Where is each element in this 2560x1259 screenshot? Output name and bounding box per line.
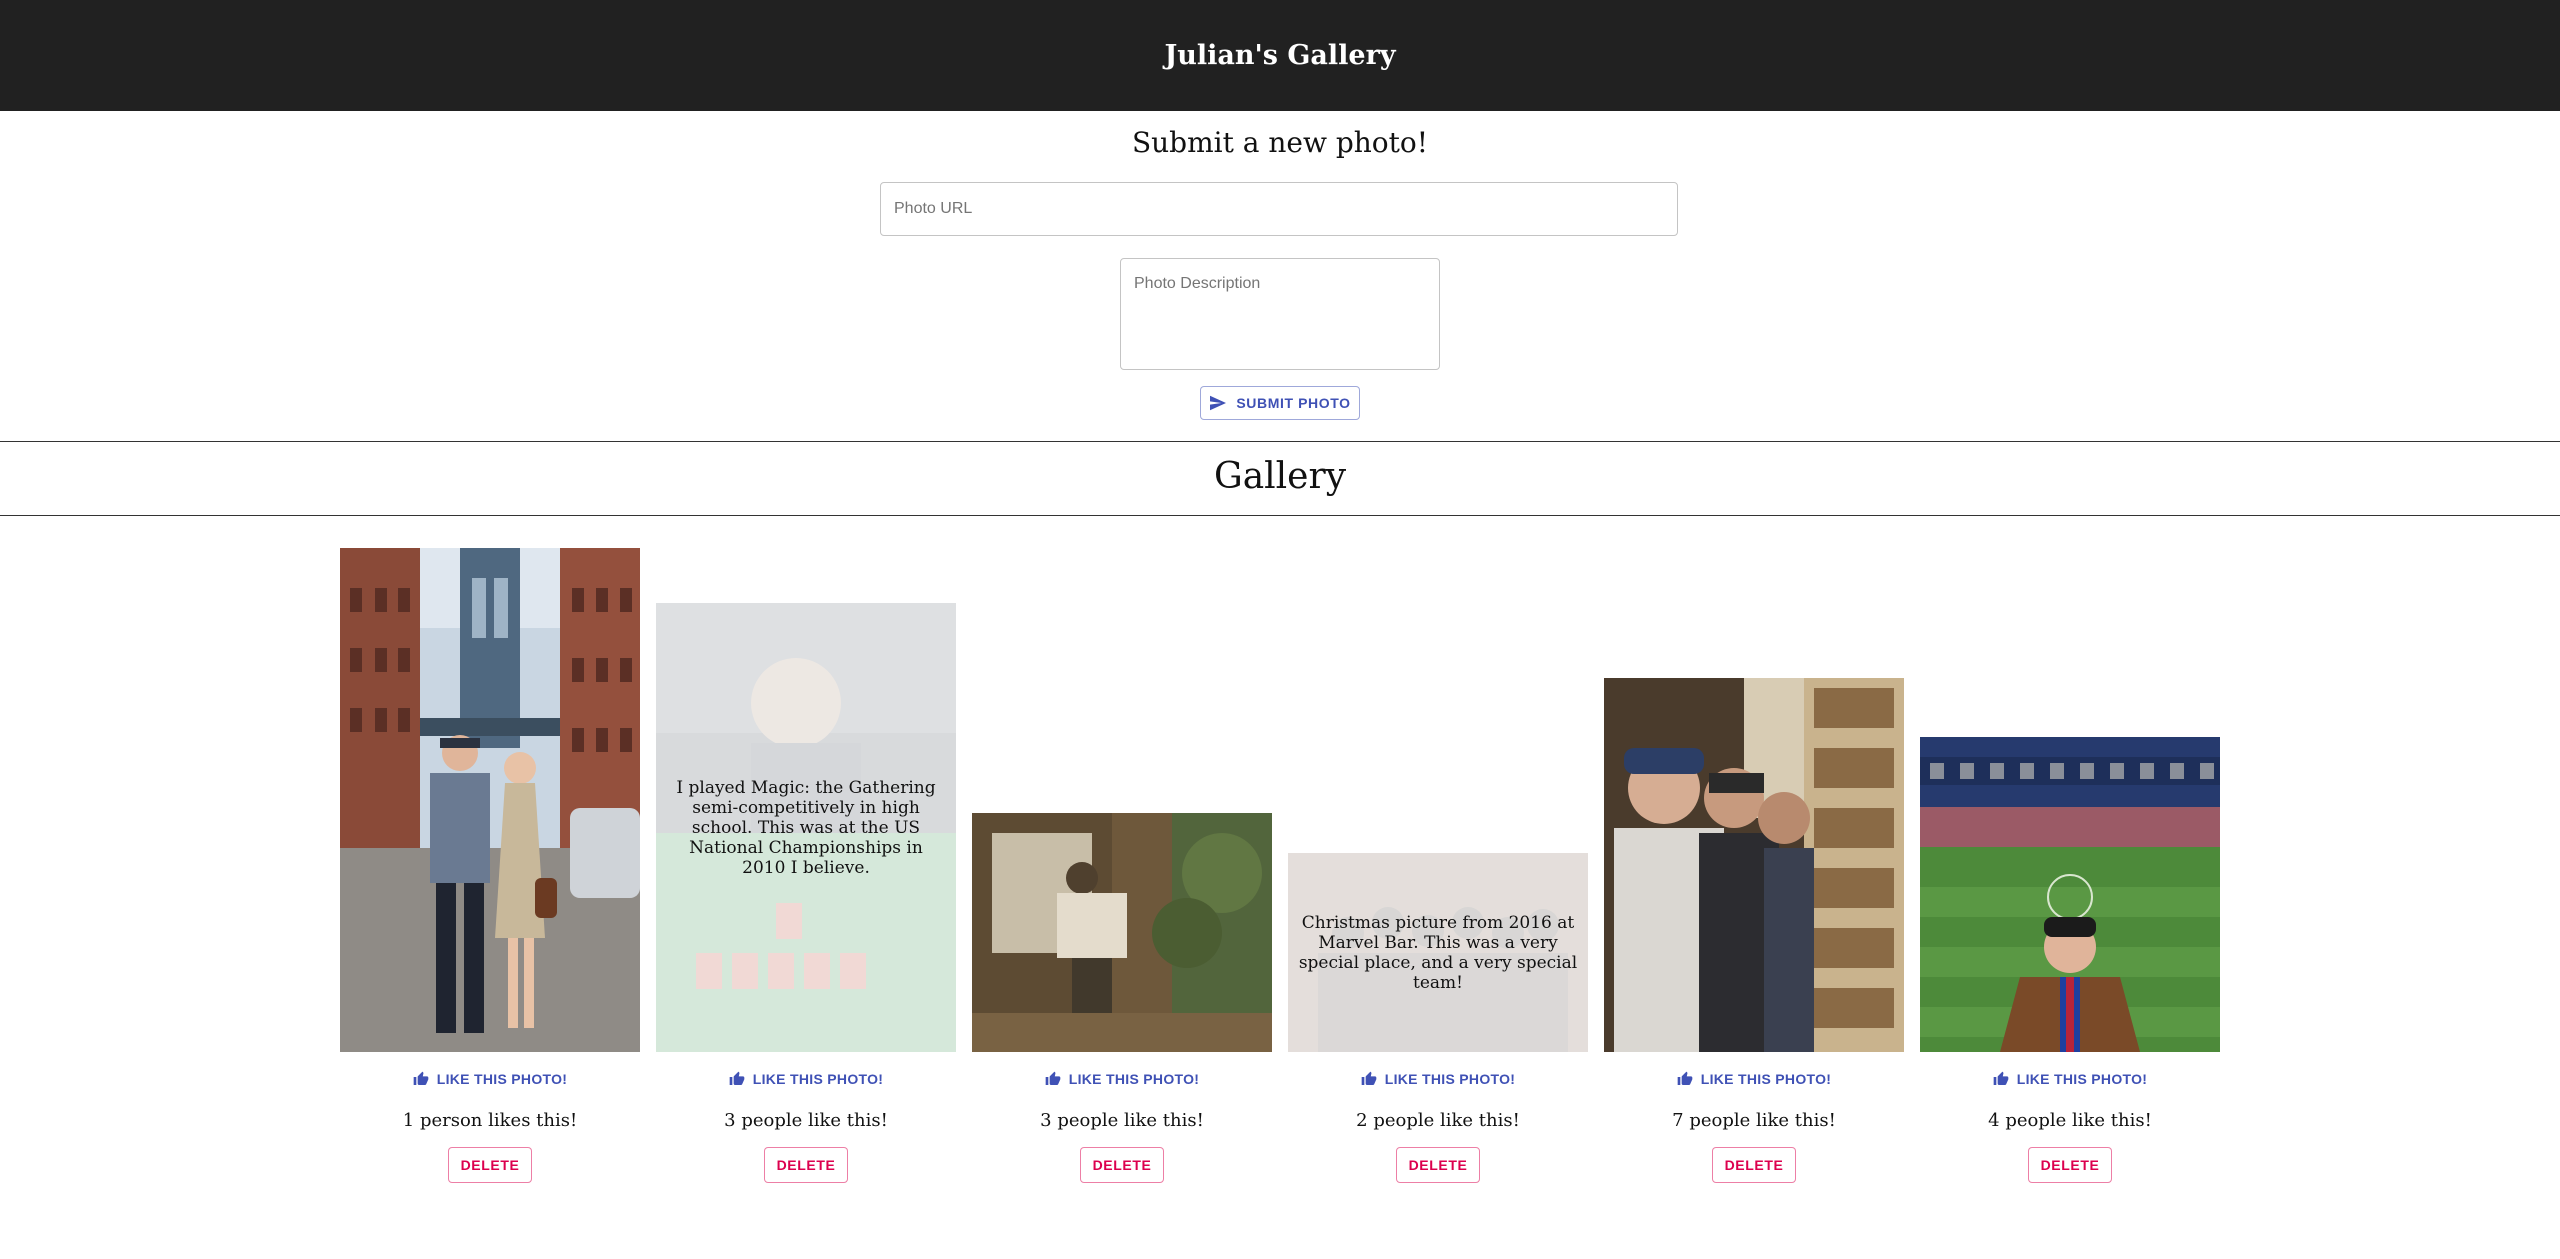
- photo-image[interactable]: [340, 548, 640, 1052]
- delete-button[interactable]: DELETE: [448, 1147, 532, 1183]
- like-photo-button[interactable]: LIKE THIS PHOTO!: [972, 1066, 1272, 1092]
- like-photo-button[interactable]: LIKE THIS PHOTO!: [656, 1066, 956, 1092]
- photo-caption: I played Magic: the Gathering semi-compe…: [676, 777, 936, 878]
- likes-count: 3 people like this!: [724, 1110, 888, 1131]
- photo-image[interactable]: [1604, 678, 1904, 1052]
- delete-button[interactable]: DELETE: [1080, 1147, 1164, 1183]
- like-photo-label: LIKE THIS PHOTO!: [436, 1071, 568, 1087]
- like-photo-button[interactable]: LIKE THIS PHOTO!: [1604, 1066, 1904, 1092]
- app-header: Julian's Gallery: [0, 0, 2560, 111]
- like-photo-label: LIKE THIS PHOTO!: [2016, 1071, 2148, 1087]
- thumb-up-icon: [1045, 1071, 1061, 1085]
- submit-photo-button[interactable]: SUBMIT PHOTO: [1200, 386, 1360, 420]
- photo-card: I played Magic: the Gathering semi-compe…: [656, 540, 956, 1183]
- photo-card: LIKE THIS PHOTO! 4 people like this! DEL…: [1920, 540, 2220, 1183]
- delete-button[interactable]: DELETE: [1712, 1147, 1796, 1183]
- likes-count: 4 people like this!: [1988, 1110, 2152, 1131]
- photo-caption: Christmas picture from 2016 at Marvel Ba…: [1298, 912, 1578, 993]
- likes-count: 2 people like this!: [1356, 1110, 1520, 1131]
- photo-card: LIKE THIS PHOTO! 3 people like this! DEL…: [972, 540, 1272, 1183]
- likes-count: 1 person likes this!: [402, 1110, 578, 1131]
- send-icon: [1209, 395, 1227, 411]
- like-photo-label: LIKE THIS PHOTO!: [1700, 1071, 1832, 1087]
- photo-card: LIKE THIS PHOTO! 7 people like this! DEL…: [1604, 540, 1904, 1183]
- like-photo-label: LIKE THIS PHOTO!: [752, 1071, 884, 1087]
- photo-image[interactable]: I played Magic: the Gathering semi-compe…: [656, 603, 956, 1052]
- like-photo-button[interactable]: LIKE THIS PHOTO!: [340, 1066, 640, 1092]
- submit-photo-label: SUBMIT PHOTO: [1236, 395, 1351, 411]
- thumb-up-icon: [413, 1071, 429, 1085]
- thumb-up-icon: [1361, 1071, 1377, 1085]
- like-photo-label: LIKE THIS PHOTO!: [1068, 1071, 1200, 1087]
- divider-top: [0, 441, 2560, 442]
- like-photo-button[interactable]: LIKE THIS PHOTO!: [1288, 1066, 1588, 1092]
- app-title: Julian's Gallery: [1164, 40, 1396, 71]
- divider-bottom: [0, 515, 2560, 516]
- photo-description-input[interactable]: [1120, 258, 1440, 370]
- submit-form-title: Submit a new photo!: [1131, 126, 1429, 159]
- like-photo-button[interactable]: LIKE THIS PHOTO!: [1920, 1066, 2220, 1092]
- thumb-up-icon: [1993, 1071, 2009, 1085]
- thumb-up-icon: [729, 1071, 745, 1085]
- likes-count: 7 people like this!: [1672, 1110, 1836, 1131]
- gallery-title: Gallery: [1213, 456, 1347, 497]
- thumb-up-icon: [1677, 1071, 1693, 1085]
- delete-button[interactable]: DELETE: [764, 1147, 848, 1183]
- likes-count: 3 people like this!: [1040, 1110, 1204, 1131]
- photo-image[interactable]: [972, 813, 1272, 1052]
- photo-card: LIKE THIS PHOTO! 1 person likes this! DE…: [340, 540, 640, 1183]
- photo-image[interactable]: [1920, 737, 2220, 1052]
- like-photo-label: LIKE THIS PHOTO!: [1384, 1071, 1516, 1087]
- photo-card: Christmas picture from 2016 at Marvel Ba…: [1288, 540, 1588, 1183]
- photo-image[interactable]: Christmas picture from 2016 at Marvel Ba…: [1288, 853, 1588, 1052]
- photo-url-input[interactable]: [880, 182, 1678, 236]
- delete-button[interactable]: DELETE: [1396, 1147, 1480, 1183]
- delete-button[interactable]: DELETE: [2028, 1147, 2112, 1183]
